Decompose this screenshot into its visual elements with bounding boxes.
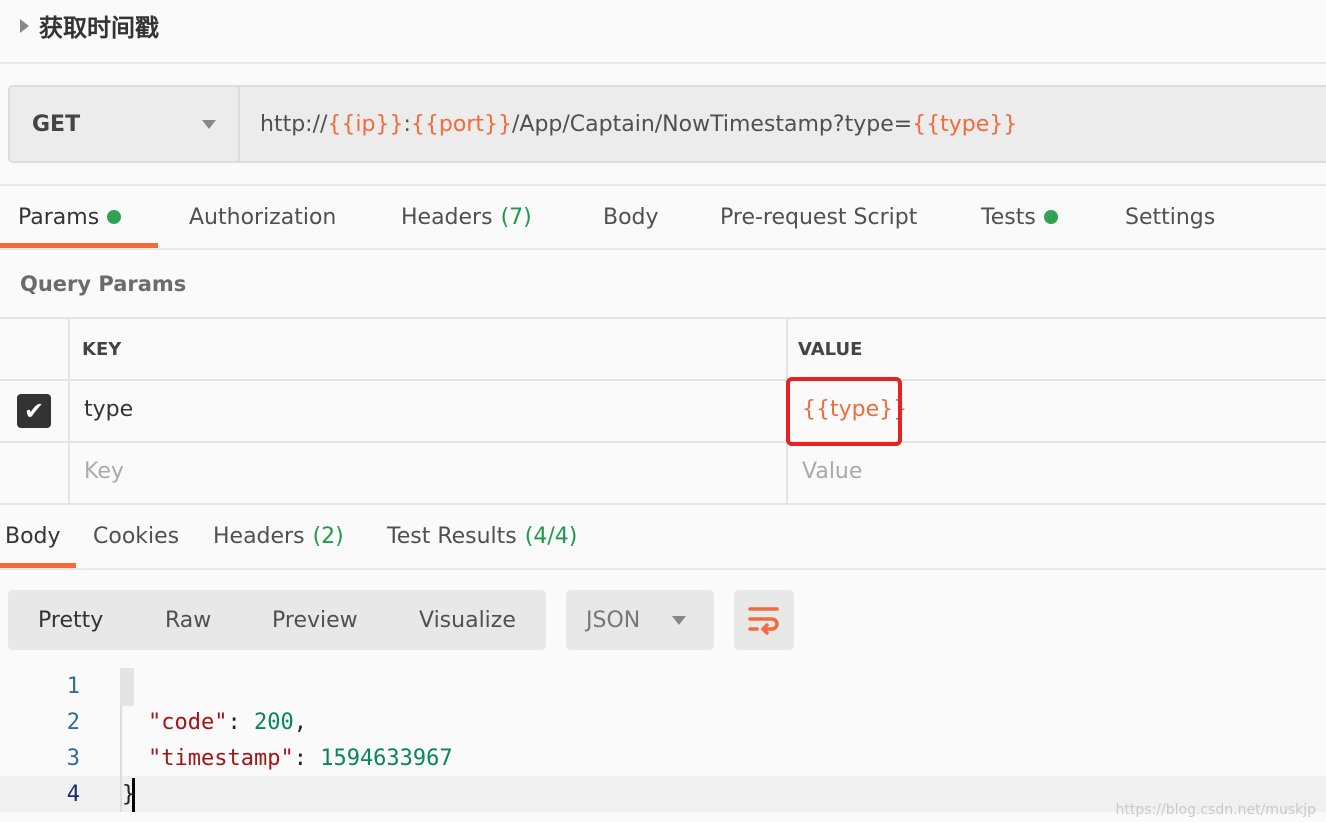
- code-text: "code": 200,: [148, 710, 307, 735]
- code-line: 2 "code": 200,: [0, 704, 1326, 740]
- line-number: 1: [66, 673, 80, 699]
- chevron-down-icon: [672, 615, 686, 625]
- status-dot: [107, 210, 122, 224]
- param-key-input[interactable]: type: [70, 381, 788, 443]
- expand-triangle-icon[interactable]: [20, 18, 29, 33]
- line-number: 4: [66, 781, 80, 807]
- key-header: KEY: [70, 319, 788, 381]
- response-body[interactable]: 1{ 2 "code": 200, 3 "timestamp": 1594633967 4…: [0, 668, 1326, 812]
- new-key-input[interactable]: Key: [70, 443, 788, 505]
- view-pretty[interactable]: Pretty: [38, 608, 103, 633]
- json-colon: :: [293, 745, 321, 771]
- request-tabs: Params Authorization Headers (7) Body Pre…: [0, 188, 1326, 246]
- table-header: KEY VALUE: [0, 319, 1326, 381]
- status-dot: [1043, 210, 1058, 224]
- divider: [0, 248, 1326, 250]
- url-text: /App/Captain/NowTimestamp?type=: [512, 111, 913, 137]
- tab-pre-request-script[interactable]: Pre-request Script: [720, 188, 917, 246]
- watermark: https://blog.csdn.net/muskjp: [1115, 802, 1316, 818]
- json-key: "timestamp": [148, 745, 294, 771]
- code-text: "timestamp": 1594633967: [148, 746, 453, 771]
- divider: [0, 568, 1326, 570]
- line-number: 2: [66, 709, 80, 735]
- chevron-down-icon: [202, 119, 216, 129]
- view-visualize[interactable]: Visualize: [419, 608, 516, 633]
- tab-tests[interactable]: Tests: [981, 188, 1058, 246]
- url-text: http://: [260, 111, 328, 137]
- highlight-box: [786, 377, 902, 446]
- json-value: 200: [253, 709, 294, 735]
- tab-authorization[interactable]: Authorization: [189, 188, 336, 246]
- url-variable: {{ip}}: [327, 111, 404, 137]
- url-input[interactable]: http://{{ip}}: {{port}}/App/Captain/NowTi…: [240, 87, 1017, 161]
- format-select[interactable]: JSON: [566, 590, 714, 650]
- wrap-icon: [748, 607, 779, 635]
- params-table: KEY VALUE ✔ type {{type}} Key Value: [0, 317, 1326, 505]
- query-params-title: Query Params: [20, 272, 187, 296]
- table-row-empty: Key Value: [0, 443, 1326, 505]
- response-tabs: Body Cookies Headers (2) Test Results (4/4…: [0, 508, 1326, 564]
- tab-params[interactable]: Params: [18, 188, 122, 246]
- divider: [0, 184, 1326, 186]
- json-colon: :: [227, 709, 254, 735]
- code-line: 1{: [0, 668, 1326, 704]
- view-mode-group: Pretty Raw Preview Visualize: [8, 590, 546, 650]
- view-preview[interactable]: Preview: [272, 608, 358, 633]
- request-bar: GET http://{{ip}}: {{port}}/App/Captain/N…: [8, 85, 1326, 163]
- tab-settings[interactable]: Settings: [1125, 188, 1215, 246]
- tab-cookies[interactable]: Cookies: [93, 508, 179, 564]
- checkbox-checked-icon[interactable]: ✔: [17, 394, 51, 428]
- json-key: "code": [148, 709, 228, 735]
- code-line: 3 "timestamp": 1594633967: [0, 740, 1326, 776]
- method-select[interactable]: GET: [10, 87, 240, 161]
- tab-headers[interactable]: Headers (7): [401, 188, 532, 246]
- view-raw[interactable]: Raw: [165, 608, 211, 633]
- json-trail: ,: [293, 709, 307, 735]
- line-number: 3: [66, 745, 80, 771]
- tab-response-headers[interactable]: Headers (2): [213, 508, 344, 564]
- url-variable: {{type}}: [912, 111, 1018, 137]
- text-cursor: [132, 778, 135, 812]
- tab-body[interactable]: Body: [603, 188, 659, 246]
- value-header: VALUE: [788, 319, 1326, 381]
- json-value: 1594633967: [320, 745, 453, 771]
- bracket-match: [120, 668, 134, 706]
- tab-response-body[interactable]: Body: [5, 508, 61, 564]
- url-text: :: [403, 111, 411, 137]
- new-value-input[interactable]: Value: [788, 443, 1326, 505]
- request-title[interactable]: 获取时间戳: [20, 8, 159, 43]
- url-variable: {{port}}: [410, 111, 512, 137]
- table-row: ✔ type {{type}}: [0, 381, 1326, 443]
- divider: [0, 62, 1326, 64]
- wrap-lines-button[interactable]: [734, 590, 794, 650]
- tab-test-results[interactable]: Test Results (4/4): [387, 508, 577, 564]
